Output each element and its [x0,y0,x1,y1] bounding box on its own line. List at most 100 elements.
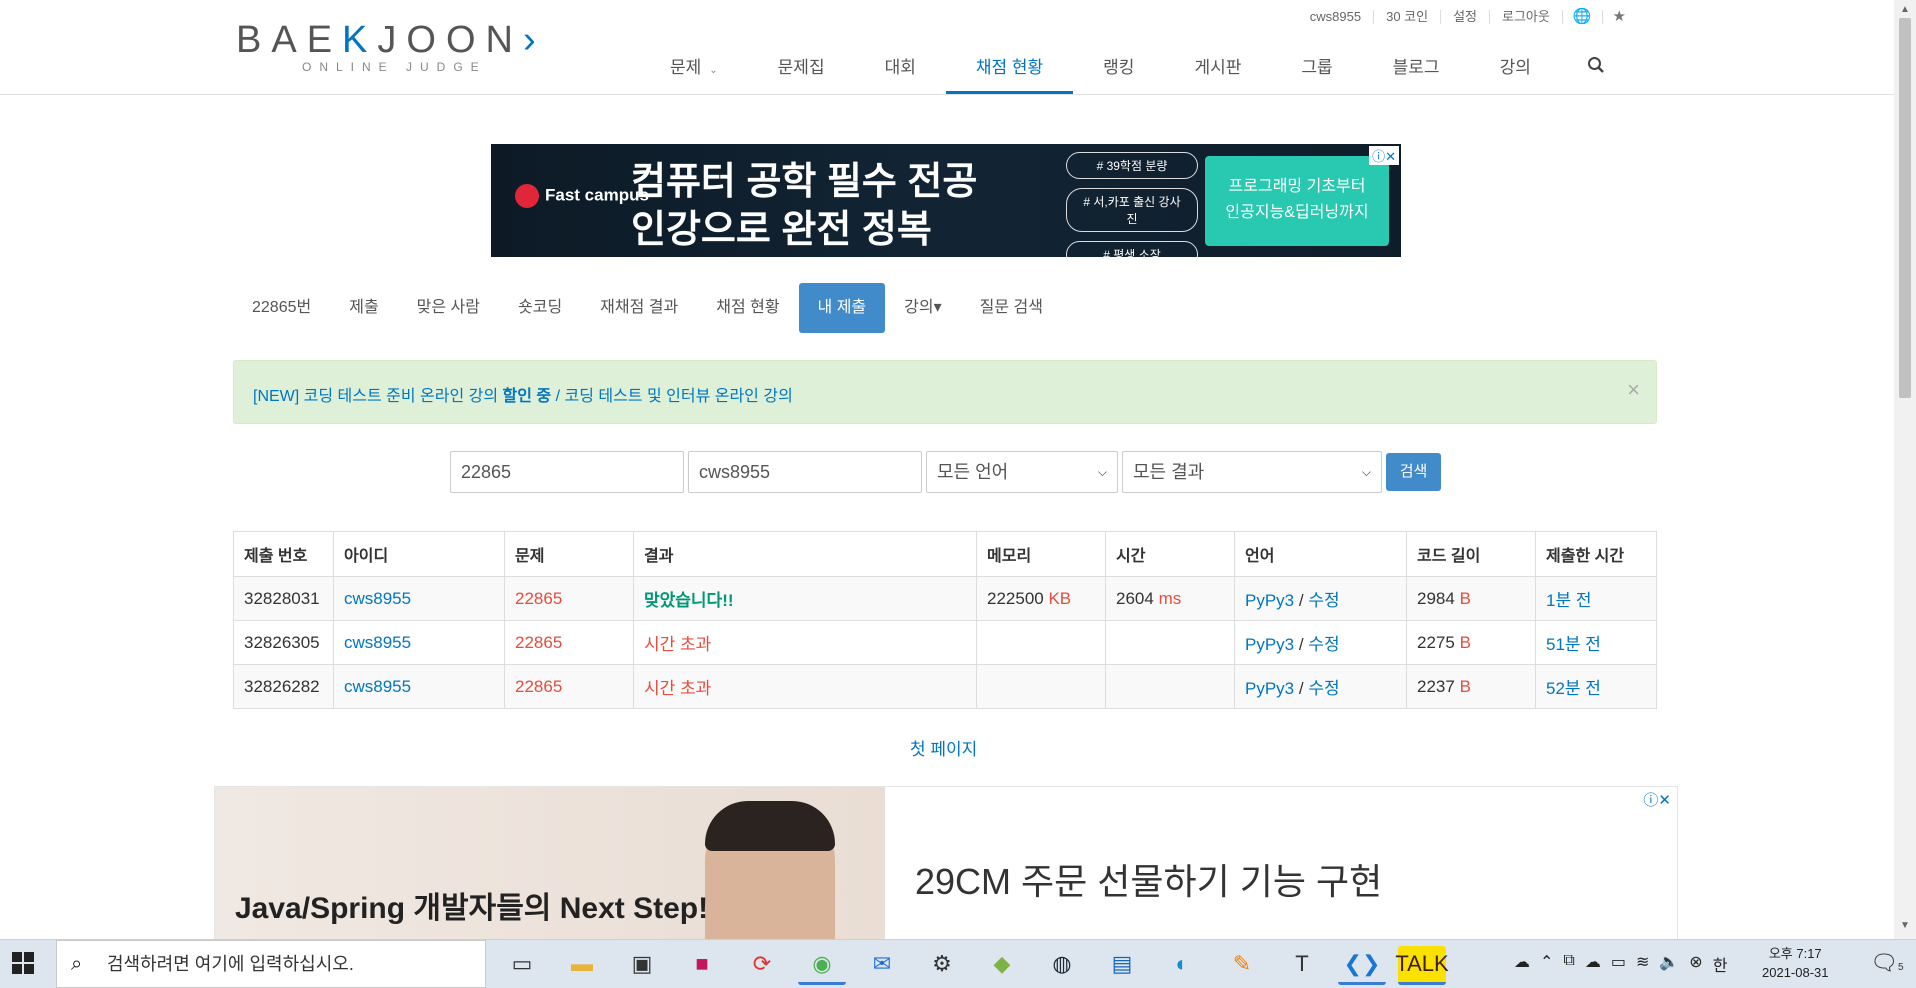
promo-alert-link[interactable]: [NEW] 코딩 테스트 준비 온라인 강의 할인 중 / 코딩 테스트 및 인… [253,382,793,406]
table-header-row: 제출 번호 아이디 문제 결과 메모리 시간 언어 코드 길이 제출한 시간 [233,531,1657,577]
user-cell: cws8955 [333,620,505,665]
page-scrollbar[interactable]: ▲ ▼ [1894,0,1916,939]
chrome-icon[interactable]: ◉ [798,946,846,985]
alert-prefix: [NEW] 코딩 테스트 준비 온라인 강의 [253,388,503,405]
submitted-time-link[interactable]: 52분 전 [1546,679,1601,698]
capture-app-icon[interactable]: ⚙ [918,946,966,982]
network-icon[interactable]: ≋ [1636,952,1649,976]
sync-app-icon[interactable]: ⟳ [738,946,786,982]
file-explorer-icon[interactable]: ▬ [558,946,606,982]
submitted-time-link[interactable]: 51분 전 [1546,635,1601,654]
user-link[interactable]: cws8955 [344,589,411,608]
globe-icon[interactable]: 🌐 [1561,9,1602,24]
top-ad-banner[interactable]: Fast campus 컴퓨터 공학 필수 전공 인강으로 완전 정복 # 39… [491,144,1401,257]
search-button[interactable]: 검색 [1386,453,1441,491]
nav-problems[interactable]: 문제 ⌄ [640,44,748,94]
steam-icon[interactable]: ◍ [1038,946,1086,982]
mail-icon[interactable]: ✉ [858,946,906,982]
close-icon[interactable]: × [1627,377,1640,403]
ad-headline: 컴퓨터 공학 필수 전공 인강으로 완전 정복 [631,158,977,254]
edit-link[interactable]: 수정 [1308,679,1339,698]
length-value: 2275 [1417,632,1455,652]
submission-table: 제출 번호 아이디 문제 결과 메모리 시간 언어 코드 길이 제출한 시간 3… [233,531,1657,709]
nav-lecture[interactable]: 강의 [1470,44,1561,94]
ime-indicator[interactable]: 한 [1713,952,1728,976]
reader-icon[interactable]: ▤ [1098,946,1146,982]
volume-icon[interactable]: 🔈 [1659,952,1679,976]
app-pink-icon[interactable]: ■ [678,946,726,982]
battery-icon[interactable]: ▭ [1611,952,1626,976]
scroll-up-icon[interactable]: ▲ [1900,4,1910,15]
tab-my-submissions[interactable]: 내 제출 [798,283,886,333]
user-link[interactable]: cws8955 [344,677,411,696]
chevron-down-icon: ⌄ [709,65,718,76]
cloud-icon[interactable]: ☁ [1585,952,1601,976]
edge-icon[interactable]: ◐ [1158,946,1206,982]
nav-group[interactable]: 그룹 [1271,44,1362,94]
language-link[interactable]: PyPy3 [1245,591,1294,610]
chevron-up-icon[interactable]: ⌃ [1540,952,1553,976]
scrollbar-thumb[interactable] [1899,18,1911,398]
result-select-value: 모든 결과 [1133,462,1205,482]
result-select[interactable]: 모든 결과 ⌵ [1122,451,1382,493]
coins-link[interactable]: 30 코인 [1373,10,1440,24]
username-link[interactable]: cws8955 [1298,10,1373,24]
vscode-icon[interactable]: ❮❯ [1338,946,1386,985]
kakaotalk-icon[interactable]: TALK [1395,946,1449,985]
problem-link[interactable]: 22865 [515,589,562,608]
system-tray: ☁ ⌃ ⧉ ☁ ▭ ≋ 🔈 ⊗ 한 [1514,952,1737,976]
tab-status[interactable]: 채점 현황 [697,283,798,333]
nav-status[interactable]: 채점 현황 [945,44,1074,94]
edit-link[interactable]: 수정 [1308,635,1339,654]
nav-ranking[interactable]: 랭킹 [1073,44,1164,94]
length-unit: B [1459,632,1471,652]
onedrive-icon[interactable]: ☁ [1514,952,1530,976]
submitted-time-link[interactable]: 1분 전 [1546,591,1591,610]
store-icon[interactable]: ▣ [618,946,666,982]
language-select[interactable]: 모든 언어 ⌵ [926,451,1118,493]
notification-icon[interactable]: 🗨5 [1870,950,1904,976]
nav-contest[interactable]: 대회 [855,44,946,94]
problem-id-input[interactable]: 22865 [450,451,684,493]
search-icon[interactable] [1561,44,1631,94]
submission-id: 32826305 [233,620,334,665]
windows-start-icon[interactable] [12,952,34,980]
problem-link[interactable]: 22865 [515,633,562,652]
first-page-link[interactable]: 첫 페이지 [910,735,977,760]
tab-question-search[interactable]: 질문 검색 [961,283,1062,333]
tray-app-icon[interactable]: ⧉ [1563,952,1574,976]
site-logo[interactable]: BAEKJOON› ONLINE JUDGE [236,20,556,80]
logo-chevron: › [522,19,546,61]
task-view-icon[interactable]: ▭ [498,946,546,982]
close-circle-icon[interactable]: ⊗ [1689,952,1702,976]
edit-link[interactable]: 수정 [1308,591,1339,610]
user-id-input[interactable]: cws8955 [688,451,922,493]
nav-board[interactable]: 게시판 [1164,44,1271,94]
tab-submit[interactable]: 제출 [330,283,397,333]
language-link[interactable]: PyPy3 [1245,635,1294,654]
tab-problem[interactable]: 22865번 [233,283,330,333]
language-link[interactable]: PyPy3 [1245,679,1294,698]
bottom-ad-banner[interactable]: Java/Spring 개발자들의 Next Step! 29CM 주문 선물하… [214,786,1678,940]
tab-rejudge[interactable]: 재채점 결과 [581,283,697,333]
star-icon[interactable]: ★ [1601,9,1636,24]
tab-short-coding[interactable]: 숏코딩 [499,283,581,333]
taskbar-clock[interactable]: 오후 7:17 2021-08-31 [1762,944,1829,982]
taskbar-search-input[interactable]: ⌕ 검색하려면 여기에 입력하십시오. [56,940,486,988]
ad-close-icon[interactable]: ⓘ✕ [1369,146,1399,165]
gem-app-icon[interactable]: ◆ [978,946,1026,982]
logout-link[interactable]: 로그아웃 [1489,10,1562,24]
scroll-down-icon[interactable]: ▼ [1900,920,1910,931]
nav-workbook[interactable]: 문제집 [748,44,855,94]
ad-cta-button[interactable]: 프로그래밍 기초부터 인공지능&딥러닝까지 [1205,156,1389,246]
typora-icon[interactable]: T [1278,946,1326,982]
user-link[interactable]: cws8955 [344,633,411,652]
settings-link[interactable]: 설정 [1440,10,1489,24]
tab-lecture[interactable]: 강의▾ [885,283,960,333]
tab-accepted-users[interactable]: 맞은 사람 [398,283,499,333]
time-cell: 2604 ms [1105,576,1235,621]
problem-link[interactable]: 22865 [515,677,562,696]
ad-close-icon[interactable]: ⓘ✕ [1643,789,1671,810]
paint-icon[interactable]: ✎ [1218,946,1266,982]
nav-blog[interactable]: 블로그 [1363,44,1470,94]
